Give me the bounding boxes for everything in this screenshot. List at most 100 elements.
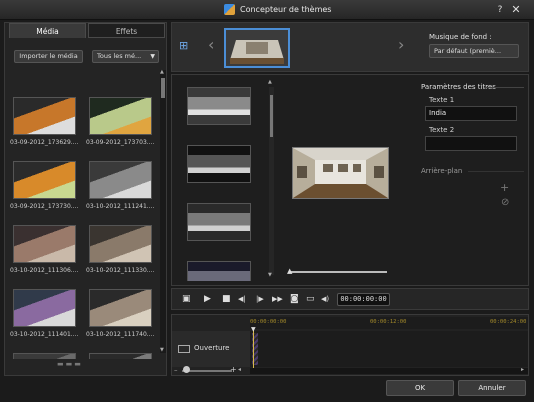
background-music-label: Musique de fond : xyxy=(429,33,492,41)
add-scene-icon[interactable]: ⊞ xyxy=(179,39,193,53)
background-music-select[interactable]: Par défaut (premiè... xyxy=(429,44,519,58)
media-item[interactable]: 03-09-2012_173730.... xyxy=(10,161,82,223)
media-thumbnail xyxy=(89,353,152,359)
media-thumbnail xyxy=(89,97,152,135)
next-scene-icon[interactable]: › xyxy=(398,35,404,54)
zoom-slider-handle[interactable] xyxy=(183,366,190,373)
media-item[interactable]: 03-09-2012_173629.... xyxy=(10,97,82,159)
scroll-up-icon[interactable]: ▲ xyxy=(268,79,272,85)
view-options-icon[interactable]: ▬▬▬ xyxy=(57,360,101,369)
media-item[interactable]: 03-10-2012_111401.... xyxy=(10,289,82,351)
media-scrollbar[interactable] xyxy=(160,70,166,353)
media-item[interactable]: 03-09-2012_173703.... xyxy=(86,97,158,159)
track-area[interactable] xyxy=(250,331,528,367)
media-thumbnail xyxy=(13,289,76,327)
play-icon[interactable]: ▶ xyxy=(204,293,211,305)
scroll-left-icon[interactable]: ◂ xyxy=(238,366,241,373)
selected-scene-thumbnail[interactable] xyxy=(224,28,290,68)
remove-background-icon[interactable]: ⊘ xyxy=(501,197,509,208)
previous-scene-icon[interactable]: ‹ xyxy=(208,35,214,54)
fast-forward-icon[interactable]: ▶▶ xyxy=(272,293,283,305)
timecode-display[interactable]: 00:00:00:00 xyxy=(337,293,390,306)
zoom-out-icon[interactable]: – xyxy=(174,366,178,374)
chevron-down-icon: ▼ xyxy=(150,53,155,60)
next-frame-icon[interactable]: |▶ xyxy=(256,293,264,305)
media-item[interactable] xyxy=(86,353,158,359)
text1-input[interactable]: India xyxy=(425,106,517,121)
help-icon[interactable]: ? xyxy=(494,4,506,16)
ok-button[interactable]: OK xyxy=(386,380,454,396)
scene-list xyxy=(184,85,254,281)
playhead[interactable] xyxy=(253,329,254,373)
media-grid: 03-09-2012_173629.... 03-09-2012_173703..… xyxy=(10,69,158,359)
media-thumbnail xyxy=(89,289,152,327)
scroll-right-icon[interactable]: ▸ xyxy=(521,366,524,373)
media-item-label: 03-10-2012_111241.... xyxy=(86,203,155,210)
close-icon[interactable]: ✕ xyxy=(510,3,522,16)
media-item-label: 03-10-2012_111740.... xyxy=(86,331,155,338)
preview-slider-handle[interactable]: ▲ xyxy=(287,267,292,275)
media-item[interactable]: 03-10-2012_111306.... xyxy=(10,225,82,287)
timeline-ruler[interactable]: 00:00:00:00 00:00:12:00 00:00:24:00 xyxy=(250,317,528,329)
app-icon xyxy=(224,4,235,15)
volume-icon[interactable]: ◀) xyxy=(321,293,329,305)
track-label: Ouverture xyxy=(194,344,230,352)
media-item-label: 03-09-2012_173703.... xyxy=(86,139,155,146)
text2-input[interactable] xyxy=(425,136,517,151)
media-thumbnail xyxy=(13,353,76,359)
previous-frame-icon[interactable]: ◀| xyxy=(238,293,246,305)
playhead-marker-icon[interactable]: ▼ xyxy=(251,326,256,333)
preview-scene xyxy=(293,148,388,198)
media-item-label: 03-09-2012_173629.... xyxy=(10,139,79,146)
scroll-down-icon[interactable]: ▼ xyxy=(268,272,272,278)
media-item-label: 03-10-2012_111401.... xyxy=(10,331,79,338)
track-header: Ouverture xyxy=(172,331,250,367)
media-item[interactable]: 03-10-2012_111241.... xyxy=(86,161,158,223)
timeline-scrollbar[interactable] xyxy=(250,368,528,374)
media-item[interactable]: 03-10-2012_111740.... xyxy=(86,289,158,351)
media-thumbnail xyxy=(13,97,76,135)
media-thumbnail xyxy=(89,161,152,199)
preview-slider[interactable] xyxy=(289,271,387,273)
add-background-icon[interactable]: + xyxy=(500,181,509,194)
cancel-button[interactable]: Annuler xyxy=(458,380,526,396)
scroll-up-icon[interactable]: ▲ xyxy=(160,69,164,75)
scene-thumbnail[interactable] xyxy=(187,261,251,281)
media-library-panel: Média Effets Importer le média Tous les … xyxy=(4,22,167,376)
tick-label: 00:00:00:00 xyxy=(250,319,287,325)
title-bar: Concepteur de thèmes ? ✕ xyxy=(0,0,534,20)
tick-label: 00:00:12:00 xyxy=(370,319,407,325)
scene-strip: ⊞ ‹ › Musique de fond : Par défaut (prem… xyxy=(171,22,529,72)
scene-thumbnail[interactable] xyxy=(187,87,251,125)
tick-label: 00:00:24:00 xyxy=(490,319,527,325)
zoom-in-icon[interactable]: + xyxy=(230,365,237,374)
display-icon[interactable]: ▭ xyxy=(306,293,315,305)
scene-thumbnail[interactable] xyxy=(187,145,251,183)
text1-label: Texte 1 xyxy=(429,96,455,104)
media-item[interactable] xyxy=(10,353,82,359)
tab-media[interactable]: Média xyxy=(9,23,86,38)
preview-image xyxy=(292,147,389,199)
window-title: Concepteur de thèmes xyxy=(240,5,332,14)
divider xyxy=(484,87,524,88)
media-thumbnail xyxy=(13,161,76,199)
scene-scrollbar-thumb[interactable] xyxy=(270,95,273,137)
stop-icon[interactable]: ■ xyxy=(222,293,231,305)
import-media-button[interactable]: Importer le média xyxy=(14,50,83,63)
divider xyxy=(468,171,524,172)
media-scrollbar-thumb[interactable] xyxy=(161,78,165,98)
snapshot-icon[interactable]: ◙ xyxy=(290,293,299,305)
title-parameters-panel: Paramètres des titres Texte 1 India Text… xyxy=(418,81,526,281)
text2-label: Texte 2 xyxy=(429,126,455,134)
scroll-down-icon[interactable]: ▼ xyxy=(160,347,164,353)
filter-value: Tous les mé... xyxy=(97,52,142,60)
background-label: Arrière-plan xyxy=(421,167,463,175)
editor-main-area: ▲ ▼ ▲ Paramètres des titres Texte 1 Indi… xyxy=(171,74,529,286)
media-item-label: 03-10-2012_111330.... xyxy=(86,267,155,274)
storyboard-icon[interactable]: ▣ xyxy=(182,293,191,305)
media-filter-select[interactable]: Tous les mé... ▼ xyxy=(92,50,159,63)
scene-thumbnail[interactable] xyxy=(187,203,251,241)
media-item[interactable]: 03-10-2012_111330.... xyxy=(86,225,158,287)
tab-effects[interactable]: Effets xyxy=(88,23,165,38)
media-item-label: 03-09-2012_173730.... xyxy=(10,203,79,210)
